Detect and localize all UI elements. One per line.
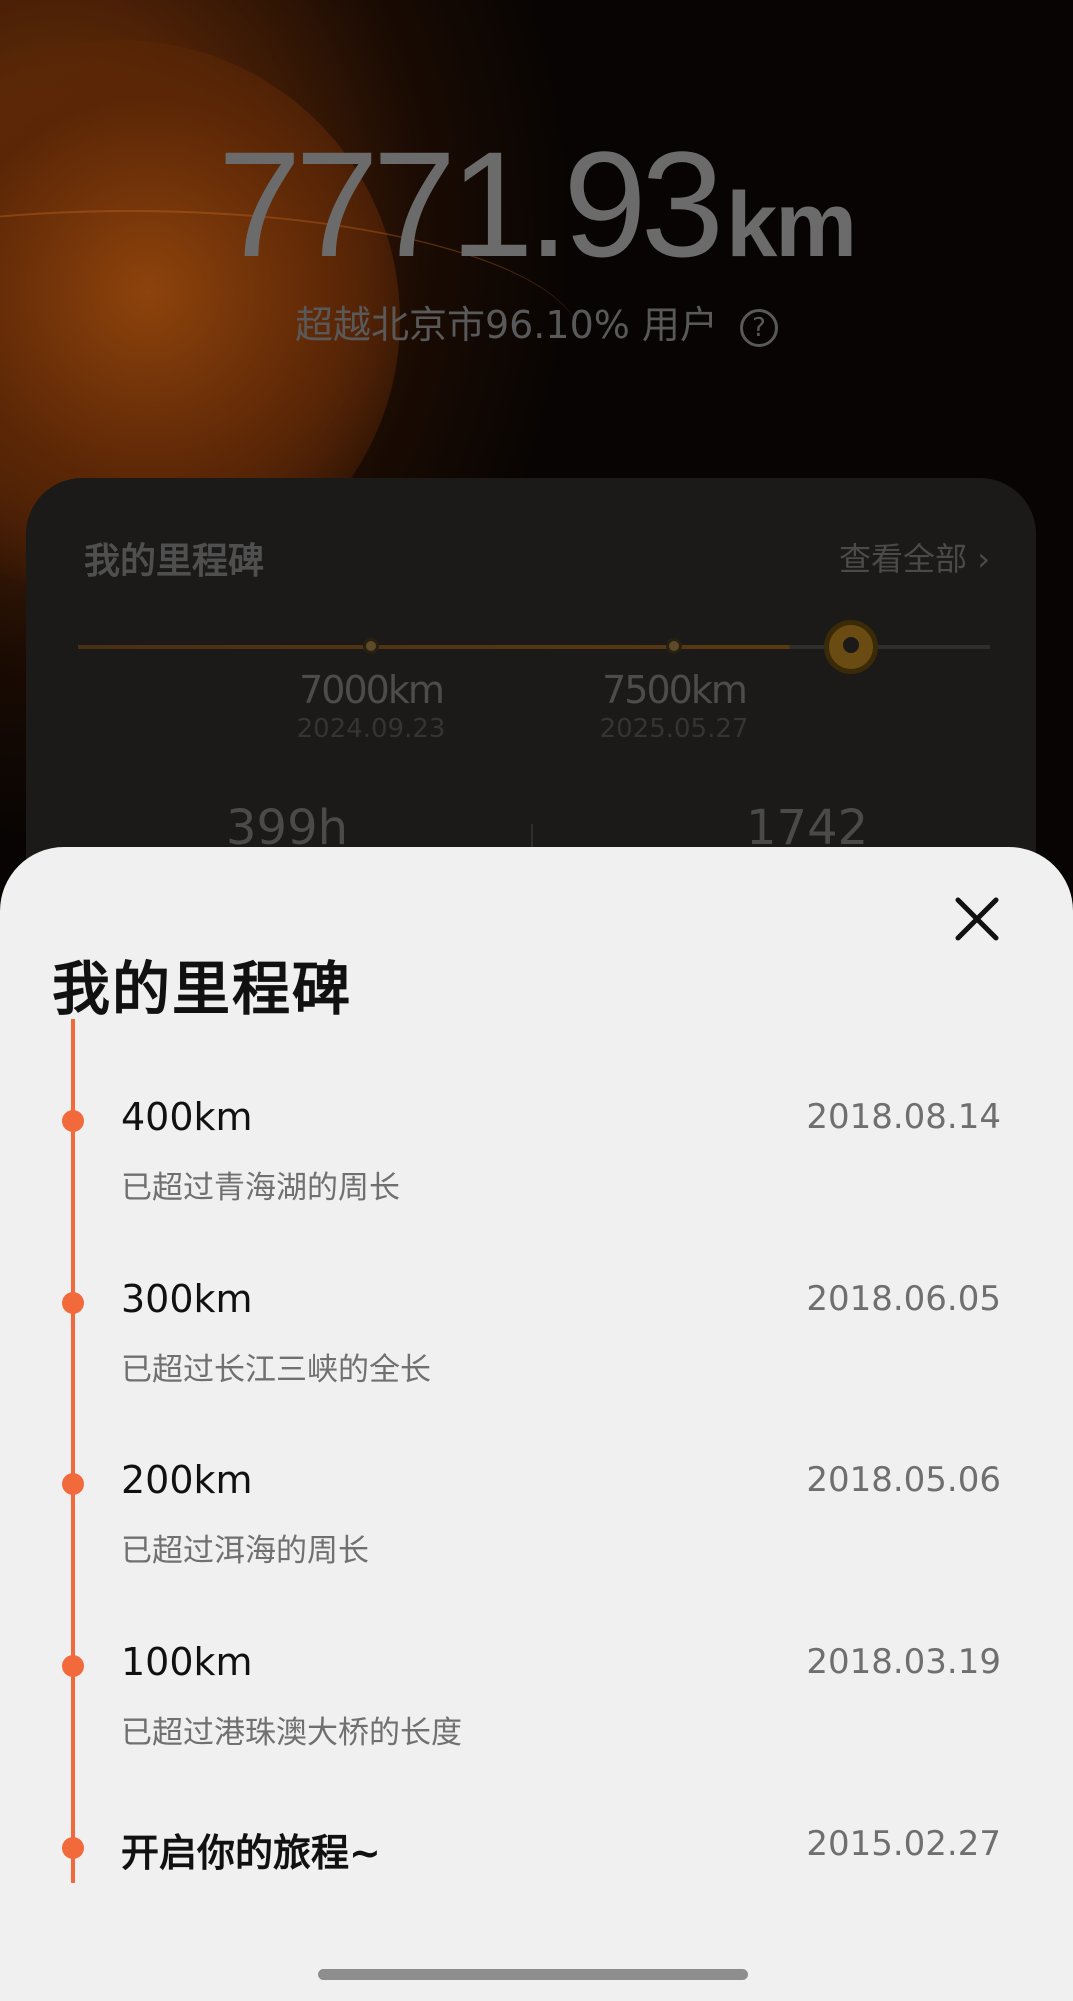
milestone-desc: 已超过青海湖的周长 [121,1170,400,1206]
location-pin-icon [824,620,878,674]
mark-date: 2024.09.23 [296,714,446,744]
total-distance: 7771.93km [0,118,1073,291]
close-icon [955,897,999,941]
track-dot [363,638,379,654]
milestones-sheet: 我的里程碑 400km 2018.08.14 已超过青海湖的周长 300km 2… [0,847,1073,2001]
mark-km: 7500km [602,668,748,712]
milestone-item: 100km 2018.03.19 已超过港珠澳大桥的长度 [0,1628,1073,1751]
milestone-card: 我的里程碑 查看全部 › 7000km 2024.09.23 7500km 20… [26,478,1036,900]
milestone-title: 开启你的旅程~ [121,1831,381,1875]
milestone-title: 400km [121,1095,253,1139]
milestone-desc: 已超过港珠澳大桥的长度 [121,1715,462,1751]
milestone-item: 400km 2018.08.14 已超过青海湖的周长 [0,1083,1073,1206]
sheet-title: 我的里程碑 [52,955,353,1023]
track-dot [666,638,682,654]
close-button[interactable] [948,890,1006,948]
view-all-link[interactable]: 查看全部 › [839,534,990,580]
milestone-date: 2015.02.27 [806,1824,1001,1864]
total-distance-unit: km [726,174,857,276]
milestone-item: 开启你的旅程~ 2015.02.27 [0,1810,1073,1930]
milestone-dot [62,1110,84,1132]
milestone-date: 2018.03.19 [806,1642,1001,1682]
milestone-title: 300km [121,1277,253,1321]
milestone-title: 200km [121,1458,253,1502]
question-circle-icon[interactable]: ? [740,308,779,347]
milestone-title: 100km [121,1640,253,1684]
mark-km: 7000km [299,668,445,712]
milestone-item: 300km 2018.06.05 已超过长江三峡的全长 [0,1265,1073,1388]
milestone-dot [62,1473,84,1495]
milestone-desc: 已超过长江三峡的全长 [121,1352,431,1388]
milestone-date: 2018.05.06 [806,1460,1001,1500]
total-distance-value: 7771.93 [217,120,724,288]
milestone-item: 200km 2018.05.06 已超过洱海的周长 [0,1446,1073,1569]
rank-text: 超越北京市96.10% 用户 [294,303,718,347]
milestone-date: 2018.06.05 [806,1279,1001,1319]
milestone-date: 2018.08.14 [806,1097,1001,1137]
background-screen: 7771.93km 超越北京市96.10% 用户 ? 我的里程碑 查看全部 › … [0,0,1073,900]
milestone-dot [62,1292,84,1314]
milestone-desc: 已超过洱海的周长 [121,1533,369,1569]
milestone-dot [62,1837,84,1859]
rank-text-row: 超越北京市96.10% 用户 ? [0,294,1073,349]
home-indicator[interactable] [318,1969,748,1980]
mark-date: 2025.05.27 [599,714,749,744]
card-title: 我的里程碑 [84,541,265,582]
milestone-dot [62,1655,84,1677]
